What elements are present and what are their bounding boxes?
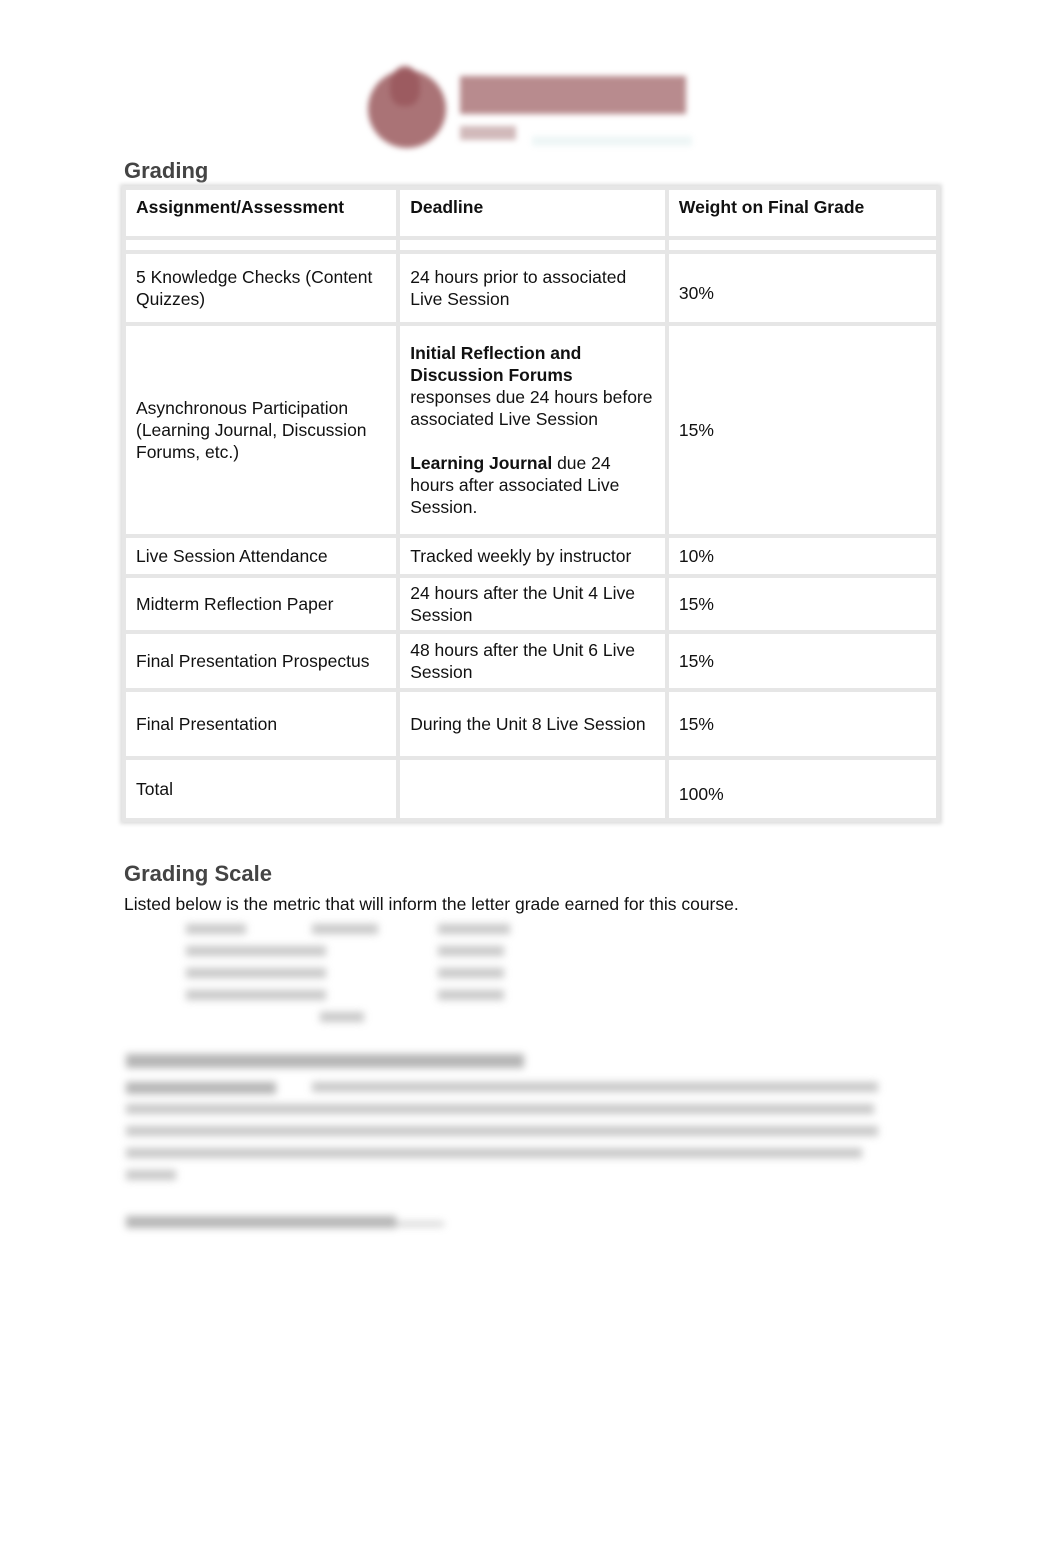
seal-emblem-icon [390, 66, 420, 106]
deadline-bold-2: Learning Journal [410, 453, 553, 473]
logo-subtext [460, 126, 516, 140]
weight-cell: 100% [664, 756, 941, 822]
table-row: Asynchronous Participation (Learning Jou… [121, 322, 941, 538]
university-logo [356, 60, 708, 160]
deadline-cell: Initial Reflection and Discussion Forums… [396, 322, 669, 538]
header-deadline: Deadline [396, 186, 669, 240]
grading-table: Assignment/Assessment Deadline Weight on… [121, 186, 941, 822]
assignment-cell: Total [121, 756, 401, 822]
table-row: 5 Knowledge Checks (Content Quizzes) 24 … [121, 250, 941, 326]
weight-cell: 30% [664, 250, 941, 326]
deadline-cell: Tracked weekly by instructor [396, 534, 669, 578]
deadline-cell: During the Unit 8 Live Session [396, 688, 669, 760]
table-row: Final Presentation Prospectus 48 hours a… [121, 630, 941, 692]
table-header-row: Assignment/Assessment Deadline Weight on… [121, 186, 941, 240]
deadline-bold-1: Initial Reflection and Discussion Forums [410, 343, 582, 385]
deadline-cell: 24 hours prior to associated Live Sessio… [396, 250, 669, 326]
header-assignment: Assignment/Assessment [121, 186, 401, 240]
assignment-cell: Final Presentation Prospectus [121, 630, 401, 692]
table-row-total: Total 100% [121, 756, 941, 822]
assignment-cell: Live Session Attendance [121, 534, 401, 578]
assignment-cell: 5 Knowledge Checks (Content Quizzes) [121, 250, 401, 326]
logo-underline [532, 136, 692, 146]
header-weight: Weight on Final Grade [664, 186, 941, 240]
blurred-grading-scale [186, 920, 516, 1025]
weight-cell: 15% [664, 688, 941, 760]
weight-cell: 15% [664, 574, 941, 634]
assignment-cell: Final Presentation [121, 688, 401, 760]
deadline-cell: 24 hours after the Unit 4 Live Session [396, 574, 669, 634]
weight-cell: 10% [664, 534, 941, 578]
grading-scale-heading: Grading Scale [124, 861, 272, 886]
assignment-cell: Asynchronous Participation (Learning Jou… [121, 322, 401, 538]
deadline-cell [396, 756, 669, 822]
weight-cell: 15% [664, 630, 941, 692]
weight-cell: 15% [664, 322, 941, 538]
blurred-assignment-information-section [124, 1050, 884, 1240]
deadline-text-1: responses due 24 hours before associated… [410, 387, 653, 429]
spacer-row [121, 236, 941, 254]
grading-heading: Grading [124, 158, 209, 183]
table-row: Live Session Attendance Tracked weekly b… [121, 534, 941, 578]
deadline-cell: 48 hours after the Unit 6 Live Session [396, 630, 669, 692]
table-row: Midterm Reflection Paper 24 hours after … [121, 574, 941, 634]
logo-wordmark [460, 76, 686, 114]
grading-scale-intro: Listed below is the metric that will inf… [124, 894, 739, 914]
assignment-cell: Midterm Reflection Paper [121, 574, 401, 634]
table-row: Final Presentation During the Unit 8 Liv… [121, 688, 941, 760]
